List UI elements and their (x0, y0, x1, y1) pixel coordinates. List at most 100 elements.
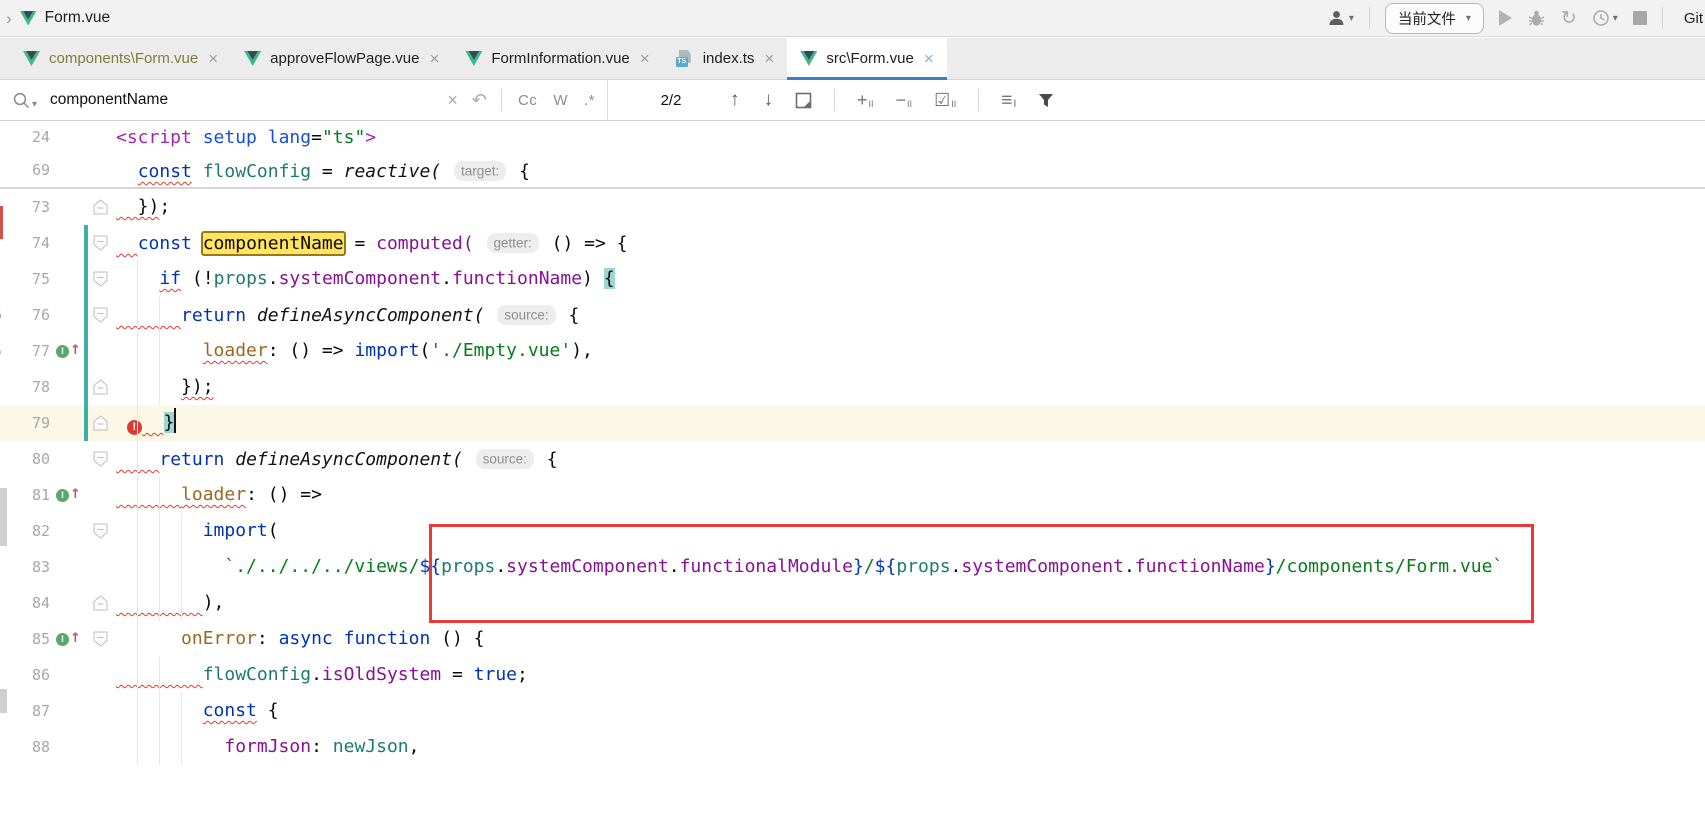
stop-icon[interactable] (1633, 11, 1647, 25)
line-number[interactable]: 79 (10, 405, 50, 441)
line-number[interactable]: 69 (10, 154, 50, 187)
code-text[interactable]: return defineAsyncComponent( source: { (112, 297, 1705, 333)
select-all-occurrences-icon[interactable]: ☑II (934, 91, 956, 109)
fold-marker-icon[interactable] (88, 369, 112, 405)
code-token: , (409, 736, 420, 757)
code-text[interactable]: import( (112, 513, 1705, 549)
line-number[interactable]: 83 (10, 549, 50, 585)
error-bulb-icon[interactable]: ! (127, 420, 142, 435)
line-number[interactable]: 74 (10, 225, 50, 261)
code-token: () => { (541, 233, 628, 254)
editor-tab[interactable]: FormInformation.vue× (452, 38, 662, 79)
editor-tab[interactable]: components\Form.vue× (10, 38, 231, 79)
code-token (116, 412, 127, 433)
code-text[interactable]: const componentName = computed( getter: … (112, 225, 1705, 261)
close-tab-icon[interactable]: × (429, 49, 439, 69)
previous-match-icon[interactable]: ↑ (730, 89, 740, 111)
search-icon[interactable]: ▾ (12, 91, 37, 110)
line-number[interactable]: 82 (10, 513, 50, 549)
fold-marker-icon[interactable] (88, 513, 112, 549)
line-number[interactable]: 88 (10, 729, 50, 765)
code-token: ${ (419, 556, 441, 577)
vcs-user-button[interactable]: ▾ (1327, 9, 1354, 27)
clear-search-icon[interactable]: × (447, 90, 458, 111)
code-text[interactable]: `./../../../views/${props.systemComponen… (112, 549, 1705, 585)
implementation-marker-icon[interactable]: I (56, 489, 69, 502)
close-tab-icon[interactable]: × (764, 49, 774, 69)
fold-marker-icon[interactable] (88, 225, 112, 261)
run-configuration-select[interactable]: 当前文件 ▾ (1385, 3, 1484, 34)
line-number[interactable]: 87 (10, 693, 50, 729)
match-case-toggle[interactable]: Cc (518, 92, 537, 109)
line-number[interactable]: 73 (10, 189, 50, 225)
implementation-marker-icon[interactable]: I (56, 633, 69, 646)
code-text[interactable]: onError: async function () { (112, 621, 1705, 657)
code-editor[interactable]: 24 <script setup lang="ts"> 69 const flowC… (0, 121, 1705, 820)
search-query-text[interactable]: componentName (50, 91, 433, 109)
editor-tab[interactable]: src\Form.vue× (787, 38, 946, 79)
regex-toggle[interactable]: .* (584, 92, 595, 109)
editor-tab[interactable]: TSindex.ts× (663, 38, 788, 79)
line-number[interactable]: 77 (10, 333, 50, 369)
gutter-icons (50, 405, 84, 441)
fold-marker-icon[interactable] (88, 297, 112, 333)
add-occurrence-icon[interactable]: +II (857, 91, 874, 109)
fold-marker-icon[interactable] (88, 405, 112, 441)
line-number[interactable]: 84 (10, 585, 50, 621)
breadcrumb-file[interactable]: Form.vue (45, 9, 110, 27)
code-text[interactable]: ), (112, 585, 1705, 621)
fold-marker-icon[interactable] (88, 441, 112, 477)
code-text[interactable]: <script setup lang="ts"> (112, 121, 1705, 154)
remove-occurrence-icon[interactable]: −II (896, 91, 913, 109)
code-text[interactable]: flowConfig.isOldSystem = true; (112, 657, 1705, 693)
fold-column (88, 729, 112, 765)
code-token (116, 736, 224, 757)
code-text[interactable]: formJson: newJson, (112, 729, 1705, 765)
line-number[interactable]: 75 (10, 261, 50, 297)
cropped-line-number-fragment (0, 261, 10, 297)
code-token: { (508, 161, 530, 182)
code-text[interactable]: }); (112, 189, 1705, 225)
filter-funnel-icon[interactable] (1038, 93, 1054, 108)
filter-lines-icon[interactable]: ≡I (1001, 91, 1016, 110)
profiler-button[interactable]: ▾ (1592, 9, 1618, 27)
next-match-icon[interactable]: ↓ (764, 89, 774, 111)
line-number[interactable]: 81 (10, 477, 50, 513)
git-menu-label[interactable]: Git (1684, 10, 1703, 27)
code-text[interactable]: if (!props.systemComponent.functionName)… (112, 261, 1705, 297)
code-token: : (311, 736, 333, 757)
line-number[interactable]: 24 (10, 121, 50, 154)
words-toggle[interactable]: W (553, 92, 568, 109)
search-input[interactable]: ▾ componentName × ↶ Cc W .* (0, 80, 608, 120)
fold-marker-icon[interactable] (88, 189, 112, 225)
line-number[interactable]: 80 (10, 441, 50, 477)
line-number[interactable]: 78 (10, 369, 50, 405)
code-text[interactable]: const flowConfig = reactive( target: { (112, 154, 1705, 187)
rerun-coverage-icon[interactable]: ↻ (1561, 9, 1577, 28)
code-text[interactable]: loader: () => (112, 477, 1705, 513)
code-text[interactable]: return defineAsyncComponent( source: { (112, 441, 1705, 477)
code-text[interactable]: loader: () => import('./Empty.vue'), (112, 333, 1705, 369)
code-text[interactable]: const { (112, 693, 1705, 729)
search-in-selection-icon[interactable] (795, 92, 812, 109)
run-button-play-icon[interactable] (1499, 10, 1512, 26)
code-token (474, 233, 485, 254)
close-tab-icon[interactable]: × (924, 49, 934, 69)
code-token: ), (203, 592, 225, 613)
fold-marker-icon[interactable] (88, 621, 112, 657)
debug-bug-icon[interactable] (1527, 9, 1546, 28)
code-text[interactable]: ! } (112, 405, 1705, 441)
close-tab-icon[interactable]: × (640, 49, 650, 69)
line-number[interactable]: 85 (10, 621, 50, 657)
editor-tab[interactable]: approveFlowPage.vue× (231, 38, 452, 79)
line-number[interactable]: 76 (10, 297, 50, 333)
close-tab-icon[interactable]: × (208, 49, 218, 69)
search-match-highlight: componentName (203, 233, 344, 254)
fold-marker-icon[interactable] (88, 261, 112, 297)
line-number[interactable]: 86 (10, 657, 50, 693)
code-text[interactable]: }); (112, 369, 1705, 405)
fold-marker-icon[interactable] (88, 585, 112, 621)
search-history-icon[interactable]: ↶ (472, 90, 487, 111)
code-token: <script (116, 127, 192, 148)
implementation-marker-icon[interactable]: I (56, 345, 69, 358)
